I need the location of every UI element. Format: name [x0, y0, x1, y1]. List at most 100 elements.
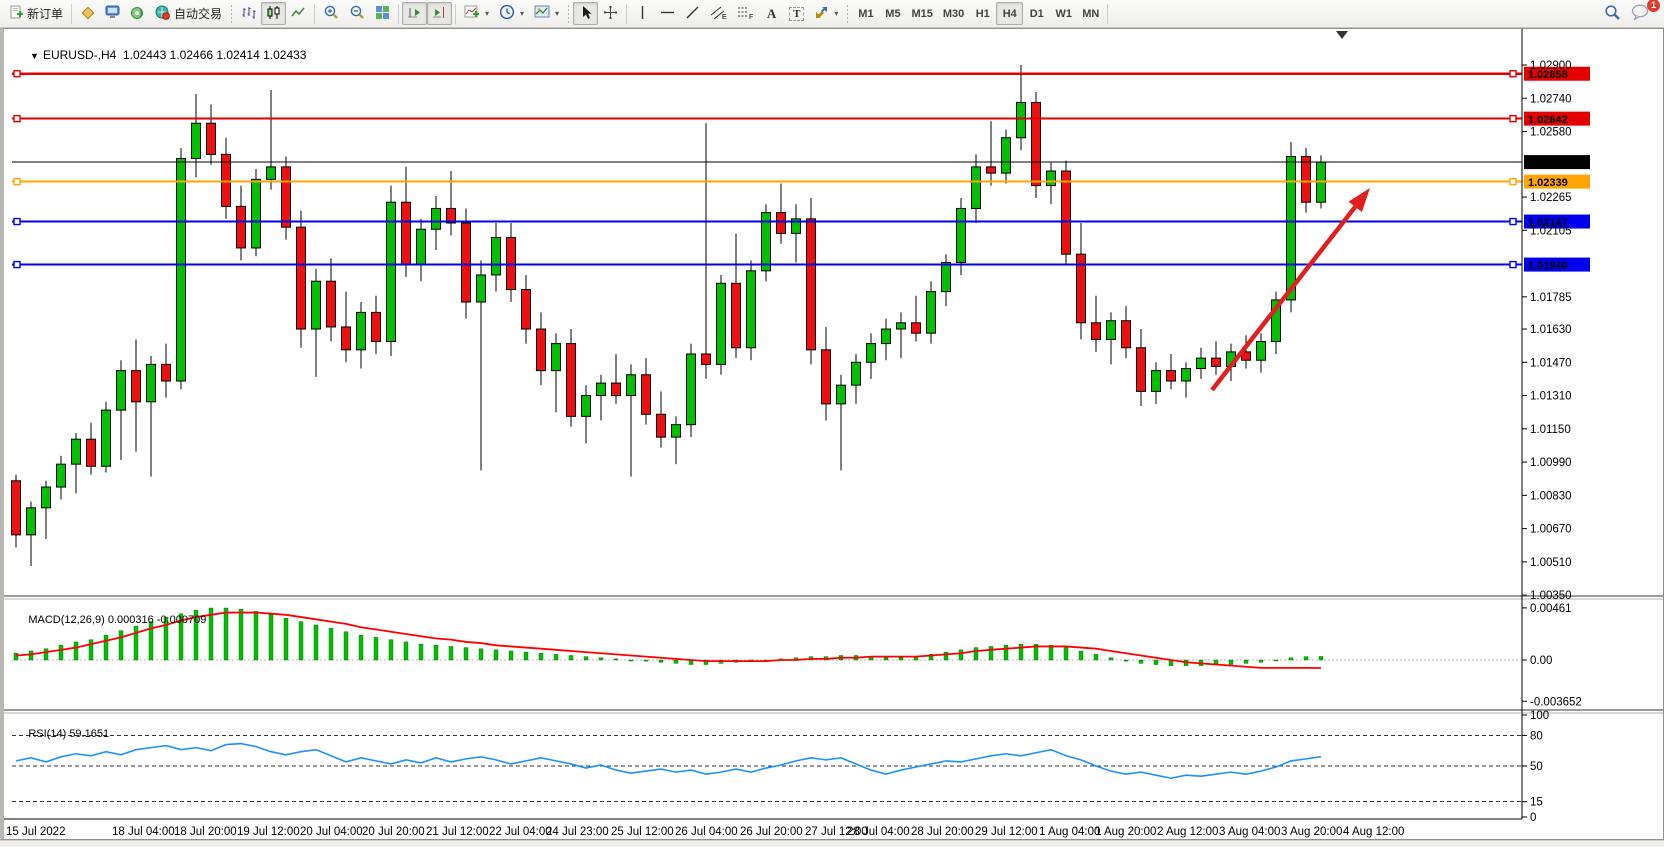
timeframe-w1-button[interactable]: W1 [1050, 2, 1077, 25]
macd-histogram-bar [299, 622, 303, 660]
time-axis-label[interactable]: 15 Jul 2022 [6, 826, 65, 838]
candle-down [987, 167, 996, 173]
auto-scroll-button[interactable] [402, 2, 427, 25]
auto-trading-button[interactable]: 自动交易 [150, 2, 227, 25]
fibonacci-tool-button[interactable]: F [732, 2, 759, 25]
time-axis-label[interactable]: 28 Jul 04:00 [847, 826, 910, 838]
macd-histogram-bar [1109, 658, 1113, 660]
timeframe-m30-button[interactable]: M30 [938, 2, 969, 25]
time-axis-label[interactable]: 22 Jul 04:00 [489, 826, 552, 838]
macd-histogram-bar [959, 650, 963, 660]
new-order-button[interactable]: 新订单 [4, 2, 68, 25]
signals-button[interactable] [125, 2, 150, 25]
macd-histogram-bar [89, 640, 93, 660]
candle-up [42, 487, 51, 508]
line-handle[interactable] [1510, 262, 1516, 268]
market-depth-button[interactable] [75, 2, 100, 25]
time-axis-label[interactable]: 26 Jul 20:00 [740, 826, 803, 838]
cursor-button[interactable] [573, 2, 598, 25]
indicators-button[interactable]: ▾ [459, 2, 494, 25]
chart-canvas[interactable]: 1.028581.026421.024331.023391.021471.019… [4, 29, 1663, 839]
time-axis-label[interactable]: 21 Jul 12:00 [426, 826, 489, 838]
line-handle[interactable] [14, 179, 20, 185]
time-axis-label[interactable]: 20 Jul 04:00 [300, 826, 363, 838]
candlestick-chart-button[interactable] [261, 2, 286, 25]
time-axis-label[interactable]: 29 Jul 12:00 [975, 826, 1038, 838]
label-tool-button[interactable]: T [784, 2, 809, 25]
line-handle[interactable] [1510, 116, 1516, 122]
one-click-trading-arrow-icon[interactable]: ▼ [30, 51, 39, 61]
timeframe-mn-button[interactable]: MN [1077, 2, 1104, 25]
price-axis-label: 1.00830 [1530, 490, 1572, 502]
fibonacci-icon: F [737, 5, 754, 23]
chevron-down-icon: ▾ [834, 9, 838, 18]
time-axis-label[interactable]: 28 Jul 20:00 [911, 826, 974, 838]
line-handle[interactable] [14, 219, 20, 225]
candle-up [972, 167, 981, 209]
bar-chart-button[interactable] [236, 2, 261, 25]
periods-button[interactable]: ▾ [494, 2, 529, 25]
candle-up [597, 383, 606, 395]
text-tool-button[interactable]: A [759, 2, 784, 25]
time-axis-label[interactable]: 25 Jul 12:00 [611, 826, 674, 838]
macd-histogram-bar [974, 648, 978, 660]
timeframe-h4-button[interactable]: H4 [996, 2, 1023, 25]
line-handle[interactable] [14, 116, 20, 122]
macd-histogram-bar [419, 644, 423, 660]
search-button[interactable] [1599, 2, 1626, 25]
time-axis-label[interactable]: 3 Aug 20:00 [1281, 826, 1342, 838]
candle-up [1152, 371, 1161, 392]
timeframe-m5-button[interactable]: M5 [879, 2, 906, 25]
templates-button[interactable]: ▾ [529, 2, 564, 25]
rsi-axis-label: 50 [1530, 761, 1543, 773]
time-axis-label[interactable]: 1 Aug 20:00 [1095, 826, 1156, 838]
timeframe-m15-button[interactable]: M15 [906, 2, 937, 25]
timeframe-d1-button[interactable]: D1 [1023, 2, 1050, 25]
time-axis-label[interactable]: 1 Aug 04:00 [1039, 826, 1100, 838]
market-terminal-button[interactable] [100, 2, 125, 25]
channel-tool-button[interactable]: E [705, 2, 732, 25]
macd-histogram-bar [1289, 658, 1293, 660]
toolbar-separator [455, 4, 456, 24]
macd-histogram-bar [269, 615, 273, 660]
toolbar-grip [567, 4, 570, 24]
timeframe-m1-button[interactable]: M1 [852, 2, 879, 25]
horizontal-line-tool-button[interactable] [655, 2, 680, 25]
trendline-icon [685, 5, 700, 23]
macd-histogram-bar [359, 635, 363, 660]
line-handle[interactable] [14, 262, 20, 268]
candle-down [537, 329, 546, 371]
trendline-tool-button[interactable] [680, 2, 705, 25]
time-axis-label[interactable]: 19 Jul 12:00 [237, 826, 300, 838]
trend-arrow[interactable] [1212, 207, 1355, 390]
candle-up [1107, 321, 1116, 340]
candle-up [117, 371, 126, 411]
chart-shift-button[interactable] [427, 2, 452, 25]
metatrader-window: 新订单 自动交易 [0, 0, 1664, 847]
vertical-line-tool-button[interactable] [630, 2, 655, 25]
time-axis-label[interactable]: 4 Aug 12:00 [1343, 826, 1404, 838]
macd-histogram-bar [44, 649, 48, 660]
time-axis-label[interactable]: 18 Jul 04:00 [112, 826, 175, 838]
chat-notifications-button[interactable]: 1 [1626, 2, 1654, 25]
zoom-out-button[interactable] [344, 2, 370, 25]
macd-histogram-bar [599, 658, 603, 660]
price-badge-label: 1.01940 [1528, 260, 1568, 272]
zoom-in-button[interactable] [318, 2, 344, 25]
tile-windows-button[interactable] [370, 2, 395, 25]
timeframe-h1-button[interactable]: H1 [969, 2, 996, 25]
arrows-tool-button[interactable]: ▾ [809, 2, 843, 25]
line-handle[interactable] [1510, 219, 1516, 225]
line-chart-button[interactable] [286, 2, 311, 25]
time-axis-label[interactable]: 18 Jul 20:00 [174, 826, 237, 838]
time-axis-label[interactable]: 20 Jul 20:00 [362, 826, 425, 838]
time-axis-label[interactable]: 26 Jul 04:00 [675, 826, 738, 838]
time-axis-label[interactable]: 3 Aug 04:00 [1219, 826, 1280, 838]
time-axis-label[interactable]: 2 Aug 12:00 [1157, 826, 1218, 838]
time-axis-label[interactable]: 24 Jul 23:00 [546, 826, 609, 838]
line-handle[interactable] [1510, 71, 1516, 77]
crosshair-button[interactable] [598, 2, 623, 25]
chart-shift-marker[interactable] [1336, 31, 1348, 39]
candle-up [957, 208, 966, 262]
line-handle[interactable] [1510, 179, 1516, 185]
